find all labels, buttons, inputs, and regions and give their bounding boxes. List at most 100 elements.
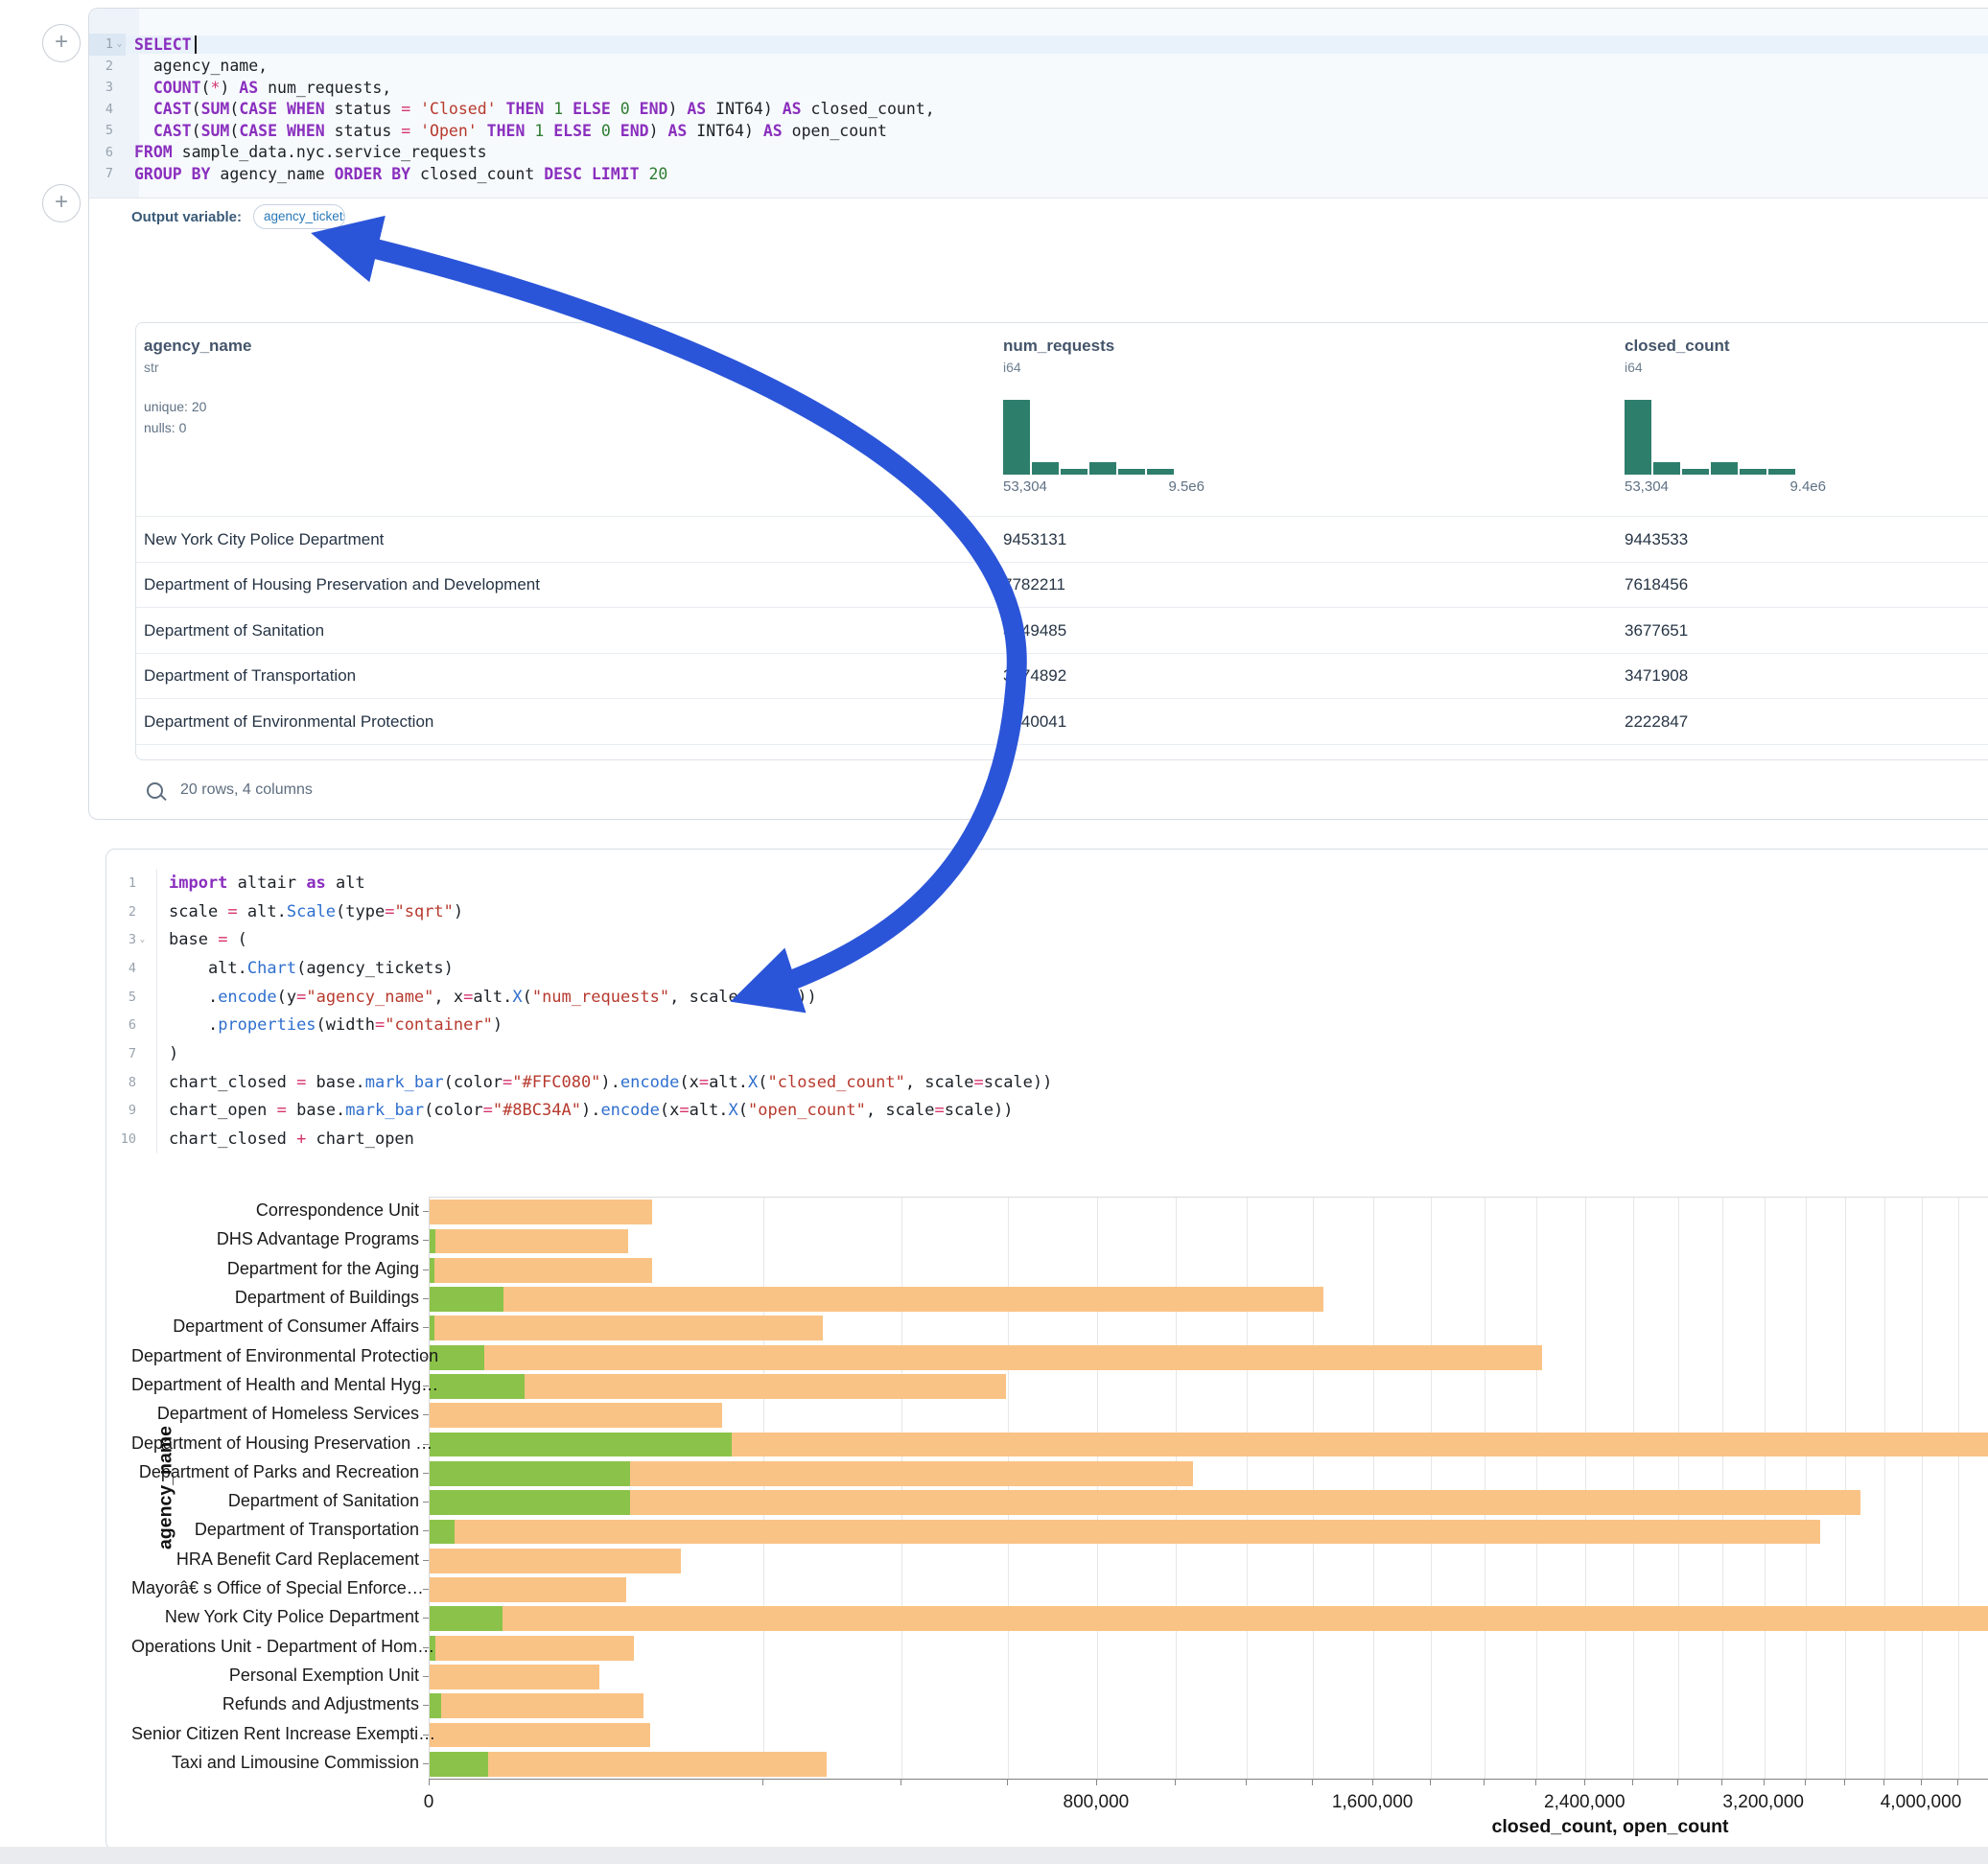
add-cell-button-top[interactable]: + xyxy=(42,24,81,62)
x-axis-tick xyxy=(762,1779,763,1785)
cell-num_requests: 7782211 xyxy=(1003,563,1065,609)
output-variable-row: Output variable: agency_tickets xyxy=(89,198,1988,235)
python-code-editor[interactable]: 1import altair as alt2scale = alt.Scale(… xyxy=(106,869,1988,1153)
bar-open-count xyxy=(430,1374,525,1399)
sql-code-line-5[interactable]: 5 CAST(SUM(CASE WHEN status = 'Open' THE… xyxy=(89,120,1988,142)
cell-num_requests: 3749485 xyxy=(1003,608,1066,654)
sql-code-line-4[interactable]: 4 CAST(SUM(CASE WHEN status = 'Closed' T… xyxy=(89,99,1988,121)
sql-code-line-3[interactable]: 3 COUNT(*) AS num_requests, xyxy=(89,77,1988,99)
cell-closed_count: 9443533 xyxy=(1625,517,1688,563)
y-axis-label: Senior Citizen Rent Increase Exempti… xyxy=(131,1724,419,1744)
sql-line-number-7: 7 xyxy=(89,163,126,185)
python-code-text-10: chart_closed + chart_open xyxy=(156,1125,1988,1153)
python-line-number-2: 2 xyxy=(106,897,149,926)
column-header-agency_name[interactable]: agency_namestrunique: 20nulls: 0 xyxy=(144,337,251,438)
sql-code-line-6[interactable]: 6FROM sample_data.nyc.service_requests xyxy=(89,142,1988,164)
gridline xyxy=(1922,1198,1923,1779)
x-axis-tick xyxy=(1175,1779,1176,1785)
python-code-line-3[interactable]: 3⌄base = ( xyxy=(106,925,1988,954)
gridline xyxy=(1176,1198,1177,1779)
y-axis-tick xyxy=(423,1357,429,1358)
table-bottom-border xyxy=(136,744,1988,745)
x-axis-tick xyxy=(1372,1779,1373,1785)
python-code-line-5[interactable]: 5 .encode(y="agency_name", x=alt.X("num_… xyxy=(106,983,1988,1012)
python-code-line-7[interactable]: 7) xyxy=(106,1039,1988,1068)
y-axis-label: Department for the Aging xyxy=(131,1259,419,1279)
gridline xyxy=(1845,1198,1846,1779)
sql-code-text-3: COUNT(*) AS num_requests, xyxy=(126,79,1988,97)
python-line-number-9: 9 xyxy=(106,1097,149,1126)
chart-x-axis-title: closed_count, open_count xyxy=(1491,1816,1728,1838)
bar-closed-count xyxy=(430,1200,652,1224)
column-name: agency_name xyxy=(144,337,251,356)
y-axis-label: Department of Buildings xyxy=(131,1288,419,1308)
sql-code-text-1: SELECT xyxy=(126,35,1988,54)
y-axis-tick xyxy=(423,1473,429,1474)
y-axis-tick xyxy=(423,1589,429,1590)
table-row[interactable]: Department of Sanitation37494853677651 xyxy=(136,607,1988,654)
cell-closed_count: 2222847 xyxy=(1625,699,1688,745)
bar-open-count xyxy=(430,1287,503,1312)
bar-open-count xyxy=(430,1520,455,1545)
python-code-line-2[interactable]: 2scale = alt.Scale(type="sqrt") xyxy=(106,897,1988,926)
python-code-text-7: ) xyxy=(156,1039,1988,1068)
bar-open-count xyxy=(430,1461,630,1486)
gridline xyxy=(1633,1198,1634,1779)
table-row[interactable]: New York City Police Department945313194… xyxy=(136,516,1988,563)
cell-num_requests: 9453131 xyxy=(1003,517,1066,563)
x-axis-tick xyxy=(1844,1779,1845,1785)
sql-code-editor[interactable]: 1⌄SELECT2 agency_name,3 COUNT(*) AS num_… xyxy=(89,9,1988,198)
python-line-number-10: 10 xyxy=(106,1125,149,1153)
gridline xyxy=(1806,1198,1807,1779)
output-variable-pill[interactable]: agency_tickets xyxy=(253,204,345,229)
gridline xyxy=(1431,1198,1432,1779)
histogram-range-labels: 53,3049.5e6 xyxy=(1003,478,1204,495)
sql-code-line-7[interactable]: 7GROUP BY agency_name ORDER BY closed_co… xyxy=(89,163,1988,185)
python-code-line-8[interactable]: 8chart_closed = base.mark_bar(color="#FF… xyxy=(106,1068,1988,1097)
add-cell-button-middle[interactable]: + xyxy=(42,184,81,222)
histogram-bar xyxy=(1711,462,1738,475)
column-type: i64 xyxy=(1625,360,1730,375)
table-row[interactable]: Department of Environmental Protection22… xyxy=(136,698,1988,745)
x-axis-tick xyxy=(1957,1779,1958,1785)
python-code-line-10[interactable]: 10chart_closed + chart_open xyxy=(106,1125,1988,1153)
y-axis-tick xyxy=(423,1298,429,1299)
y-axis-tick xyxy=(423,1211,429,1212)
column-type: str xyxy=(144,360,251,375)
gridline xyxy=(1884,1198,1885,1779)
chart-y-axis-title: agency_name xyxy=(155,1344,177,1632)
y-axis-label: Operations Unit - Department of Hom… xyxy=(131,1637,419,1657)
bar-closed-count xyxy=(430,1403,722,1428)
column-header-num_requests[interactable]: num_requestsi64 xyxy=(1003,337,1114,375)
python-code-text-6: .properties(width="container") xyxy=(156,1011,1988,1039)
chevron-down-icon[interactable]: ⌄ xyxy=(136,935,149,944)
sql-code-line-1[interactable]: 1⌄SELECT xyxy=(89,34,1988,56)
y-axis-label: Refunds and Adjustments xyxy=(131,1694,419,1714)
y-axis-tick xyxy=(423,1444,429,1445)
y-axis-label: Correspondence Unit xyxy=(131,1200,419,1221)
search-icon[interactable] xyxy=(147,782,163,799)
python-code-line-4[interactable]: 4 alt.Chart(agency_tickets) xyxy=(106,954,1988,983)
histogram-closed_count xyxy=(1625,400,1797,475)
table-row[interactable]: Department of Transportation377489234719… xyxy=(136,653,1988,700)
python-code-line-6[interactable]: 6 .properties(width="container") xyxy=(106,1011,1988,1039)
sql-code-text-7: GROUP BY agency_name ORDER BY closed_cou… xyxy=(126,165,1988,183)
cell-closed_count: 7618456 xyxy=(1625,563,1688,609)
sql-line-number-3: 3 xyxy=(89,77,126,99)
python-code-line-9[interactable]: 9chart_open = base.mark_bar(color="#8BC3… xyxy=(106,1097,1988,1126)
chart-plot-area xyxy=(429,1197,1988,1780)
chevron-down-icon[interactable]: ⌄ xyxy=(113,39,126,49)
table-row[interactable]: Department of Housing Preservation and D… xyxy=(136,562,1988,609)
column-name: num_requests xyxy=(1003,337,1114,356)
bar-closed-count xyxy=(430,1606,1988,1631)
python-line-number-5: 5 xyxy=(106,983,149,1012)
column-header-closed_count[interactable]: closed_counti64 xyxy=(1625,337,1730,375)
gridline xyxy=(1585,1198,1586,1779)
y-axis-label: DHS Advantage Programs xyxy=(131,1229,419,1249)
y-axis-tick xyxy=(423,1705,429,1706)
sql-code-line-2[interactable]: 2 agency_name, xyxy=(89,56,1988,78)
sql-line-number-4: 4 xyxy=(89,99,126,121)
python-code-line-1[interactable]: 1import altair as alt xyxy=(106,869,1988,897)
histogram-bar xyxy=(1061,469,1088,475)
y-axis-tick xyxy=(423,1502,429,1503)
